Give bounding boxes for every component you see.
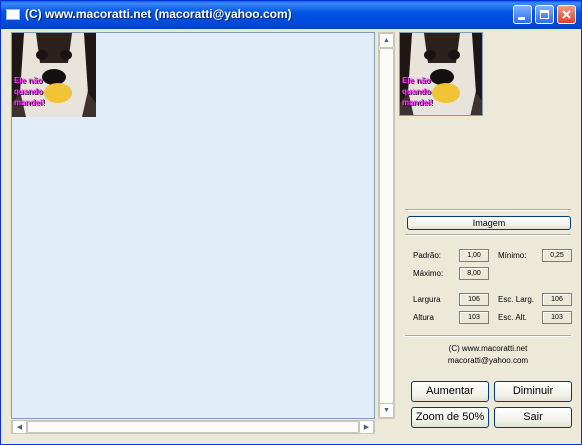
close-button[interactable] <box>557 5 576 24</box>
largura-label: Largura <box>413 295 441 304</box>
scroll-right-arrow-icon[interactable]: ▶ <box>359 420 374 434</box>
sair-button[interactable]: Sair <box>494 407 572 428</box>
minimo-value: 0,25 <box>542 249 572 262</box>
thumbnail-image: Ele não quando mandei! <box>399 32 483 116</box>
window-title: (C) www.macoratti.net (macoratti@yahoo.c… <box>25 7 292 21</box>
close-icon <box>562 10 571 19</box>
minimize-button[interactable] <box>513 5 532 24</box>
picture-viewport[interactable]: Ele não quando mandei! <box>11 32 375 419</box>
scroll-left-arrow-icon[interactable]: ◀ <box>12 420 27 434</box>
horizontal-scroll-thumb[interactable] <box>27 421 359 433</box>
horizontal-scrollbar[interactable]: ◀ ▶ <box>11 420 375 434</box>
altura-label: Altura <box>413 313 434 322</box>
credit-email: macoratti@yahoo.com <box>447 356 529 365</box>
minimo-label: Mínimo: <box>498 251 527 260</box>
title-bar[interactable]: (C) www.macoratti.net (macoratti@yahoo.c… <box>1 1 581 29</box>
esc-alt-value: 103 <box>542 311 572 324</box>
aumentar-button[interactable]: Aumentar <box>411 381 489 402</box>
maximo-label: Máximo: <box>413 269 444 278</box>
maximo-value: 8,00 <box>459 267 489 280</box>
dog-image: Ele não quando mandei! <box>12 33 96 117</box>
separator <box>405 335 571 337</box>
scroll-down-arrow-icon[interactable]: ▼ <box>379 403 394 418</box>
client-area: Ele não quando mandei! ▲ ▼ ◀ ▶ Ele não q… <box>4 29 578 443</box>
diminuir-button[interactable]: Diminuir <box>494 381 572 402</box>
zoom-button[interactable]: Zoom de 50% <box>411 407 489 428</box>
padrao-label: Padrão: <box>413 251 442 260</box>
imagem-button[interactable]: Imagem <box>407 216 571 230</box>
credit-site: (C) www.macoratti.net <box>448 344 528 353</box>
app-icon[interactable] <box>6 9 20 20</box>
separator <box>405 209 571 211</box>
esc-alt-label: Esc. Alt. <box>498 313 527 322</box>
scroll-up-arrow-icon[interactable]: ▲ <box>379 33 394 48</box>
altura-value: 103 <box>459 311 489 324</box>
image-caption: Ele não quando mandei! <box>14 76 45 107</box>
maximize-button[interactable] <box>535 5 554 24</box>
separator <box>405 234 571 236</box>
minimize-icon <box>518 17 525 20</box>
vertical-scrollbar[interactable]: ▲ ▼ <box>378 32 395 419</box>
esc-larg-label: Esc. Larg. <box>498 295 535 304</box>
esc-larg-value: 106 <box>542 293 572 306</box>
vertical-scroll-thumb[interactable] <box>379 48 394 404</box>
largura-value: 106 <box>459 293 489 306</box>
padrao-value: 1,00 <box>459 249 489 262</box>
main-window: (C) www.macoratti.net (macoratti@yahoo.c… <box>0 0 582 445</box>
maximize-icon <box>540 10 549 19</box>
thumbnail-caption: Ele não quando mandei! <box>402 76 433 107</box>
